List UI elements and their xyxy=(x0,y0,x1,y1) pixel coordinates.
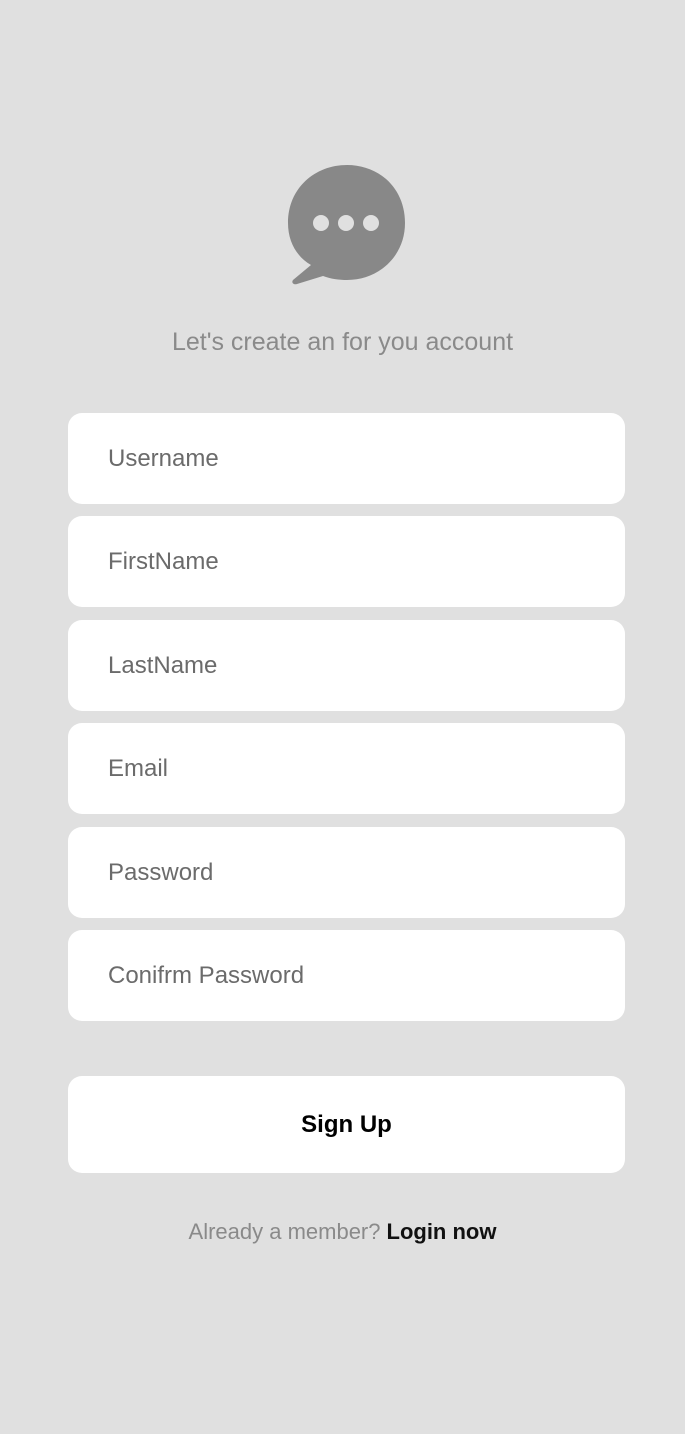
lastname-input[interactable] xyxy=(68,620,625,711)
login-prompt-text: Already a member? xyxy=(188,1219,381,1244)
password-input[interactable] xyxy=(68,827,625,918)
dot-icon xyxy=(338,215,354,231)
username-field-container xyxy=(68,413,625,504)
confirm-password-field-container xyxy=(68,930,625,1021)
dot-icon xyxy=(313,215,329,231)
password-field-container xyxy=(68,827,625,918)
confirm-password-input[interactable] xyxy=(68,930,625,1021)
login-prompt: Already a member? Login now xyxy=(0,1216,685,1248)
login-now-link[interactable]: Login now xyxy=(387,1219,497,1244)
dot-icon xyxy=(363,215,379,231)
email-field-container xyxy=(68,723,625,814)
firstname-field-container xyxy=(68,516,625,607)
lastname-field-container xyxy=(68,620,625,711)
email-input[interactable] xyxy=(68,723,625,814)
register-screen: Let's create an for you account Sign Up … xyxy=(0,0,685,1434)
sign-up-button[interactable]: Sign Up xyxy=(68,1076,625,1173)
page-subtitle: Let's create an for you account xyxy=(171,328,514,356)
firstname-input[interactable] xyxy=(68,516,625,607)
username-input[interactable] xyxy=(68,413,625,504)
chat-bubble-icon xyxy=(286,164,408,286)
